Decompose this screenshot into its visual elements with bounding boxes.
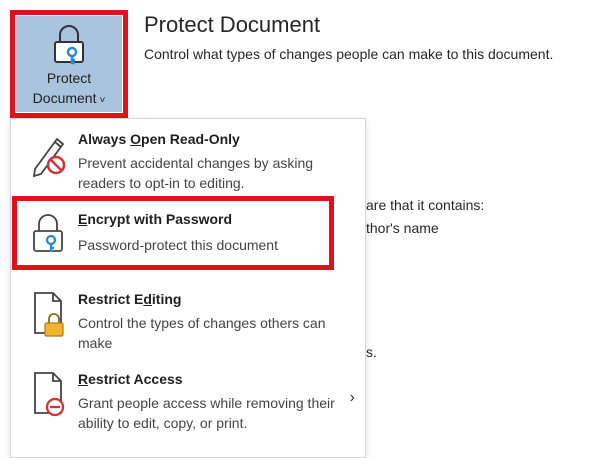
menu-item-restrict-access[interactable]: Restrict Access Grant people access whil…	[11, 357, 365, 437]
menu-item-description: Grant people access while removing their…	[78, 395, 335, 431]
menu-item-description: Prevent accidental changes by asking rea…	[78, 155, 314, 191]
page-description: Control what types of changes people can…	[144, 46, 554, 62]
protect-document-button[interactable]: Protect Document ˅	[16, 16, 122, 112]
document-restrict-icon	[34, 372, 65, 417]
lock-key-icon	[33, 214, 63, 253]
menu-item-restrict-editing[interactable]: Restrict Editing Control the types of ch…	[11, 277, 365, 355]
menu-item-title: Restrict Access	[78, 371, 183, 387]
background-text-2: thor's name	[366, 220, 439, 236]
background-text-3: s.	[366, 344, 377, 360]
lock-key-icon	[54, 25, 84, 65]
menu-item-always-open-read-only[interactable]: Always Open Read-Only Prevent accidental…	[11, 119, 365, 195]
chevron-down-icon: ˅	[99, 95, 106, 106]
menu-item-title: Always Open Read-Only	[78, 131, 240, 147]
menu-item-title: Restrict Editing	[78, 291, 182, 307]
background-text-1: are that it contains:	[366, 197, 485, 213]
menu-item-encrypt-with-password[interactable]: Encrypt with Password Password-protect t…	[11, 197, 365, 267]
protect-document-menu: Always Open Read-Only Prevent accidental…	[10, 118, 366, 458]
menu-item-description: Control the types of changes others can …	[78, 315, 326, 351]
chevron-right-icon[interactable]: ›	[350, 389, 355, 407]
menu-item-description: Password-protect this document	[78, 237, 278, 253]
protect-document-label: Protect Document ˅	[32, 70, 106, 106]
pencil-no-icon	[32, 137, 66, 178]
menu-item-title: Encrypt with Password	[78, 211, 233, 227]
document-lock-icon	[34, 292, 64, 337]
page-title: Protect Document	[144, 12, 321, 37]
